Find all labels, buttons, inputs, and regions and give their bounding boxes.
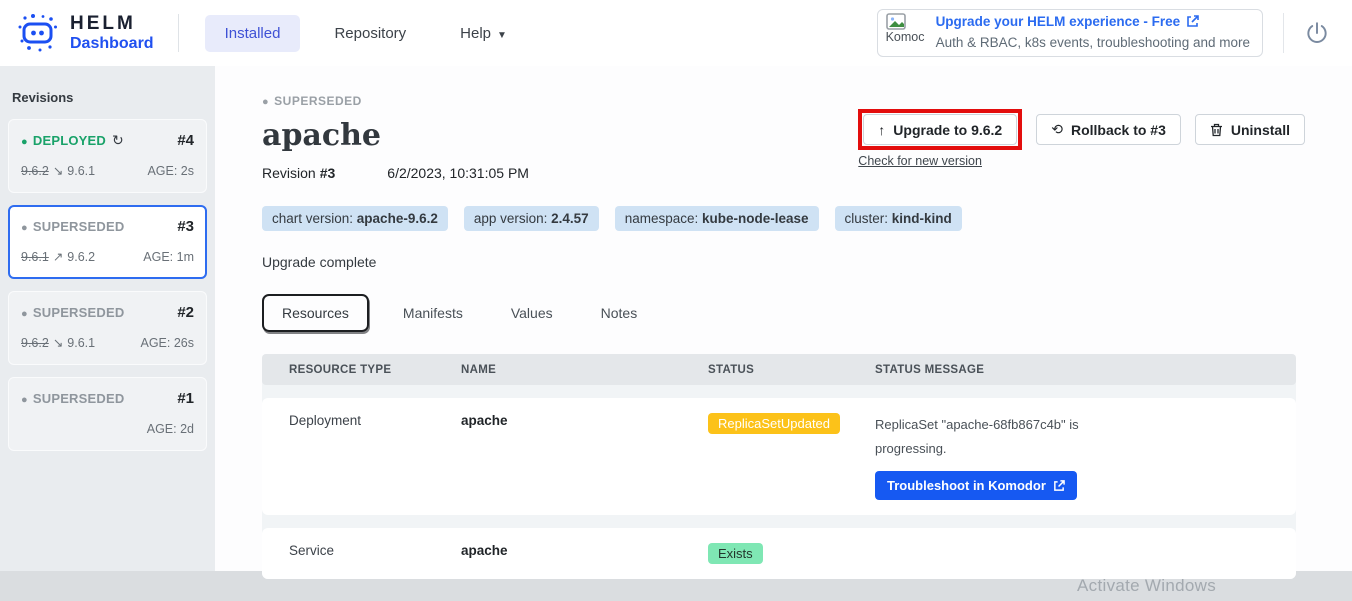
broken-image-icon: Komoc bbox=[886, 13, 928, 53]
up-arrow-icon: ↑ bbox=[878, 122, 885, 138]
banner-image-alt: Komoc bbox=[886, 30, 925, 44]
status-dot: ● bbox=[262, 96, 269, 108]
status-dot: ● bbox=[21, 136, 28, 148]
release-meta-badges: chart version: apache-9.6.2 app version:… bbox=[262, 206, 1305, 231]
table-row: Deployment apache ReplicaSetUpdated Repl… bbox=[262, 398, 1296, 515]
version-arrow-icon: ↗ bbox=[53, 249, 63, 264]
banner-subtitle: Auth & RBAC, k8s events, troubleshooting… bbox=[936, 35, 1250, 50]
logo-text-helm: HELM bbox=[70, 14, 154, 35]
resource-name-cell: apache bbox=[461, 413, 708, 428]
detail-tabs: Resources Manifests Values Notes bbox=[262, 294, 1305, 332]
reload-icon[interactable]: ↻ bbox=[112, 132, 124, 149]
helm-dashboard-logo[interactable]: HELM Dashboard bbox=[16, 11, 154, 55]
revision-age: AGE: 1m bbox=[143, 250, 194, 264]
status-dot: ● bbox=[21, 222, 28, 234]
revision-age: AGE: 2s bbox=[147, 164, 194, 178]
komodor-promo-banner[interactable]: Komoc Upgrade your HELM experience - Fre… bbox=[877, 9, 1263, 57]
external-link-icon bbox=[1053, 480, 1065, 492]
table-row: Service apache Exists bbox=[262, 528, 1296, 579]
upgrade-button[interactable]: ↑ Upgrade to 9.6.2 bbox=[863, 114, 1017, 145]
revision-number: #1 bbox=[177, 390, 194, 407]
status-message: ReplicaSet "apache-68fb867c4b" is progre… bbox=[875, 413, 1100, 461]
logo-text-dashboard: Dashboard bbox=[70, 35, 154, 53]
version-arrow-icon: ↘ bbox=[53, 335, 63, 350]
revision-number: #3 bbox=[320, 165, 336, 181]
cluster-badge: cluster: kind-kind bbox=[835, 206, 962, 231]
revision-label: Revision bbox=[262, 165, 316, 181]
chevron-down-icon: ▼ bbox=[497, 30, 507, 41]
old-version: 9.6.1 bbox=[21, 250, 49, 264]
table-header-row: RESOURCE TYPE NAME STATUS STATUS MESSAGE bbox=[262, 354, 1296, 385]
revision-number: #3 bbox=[177, 218, 194, 235]
revision-date: 6/2/2023, 10:31:05 PM bbox=[387, 165, 529, 181]
nav-tab-help[interactable]: Help▼ bbox=[440, 15, 527, 52]
sidebar-title: Revisions bbox=[12, 90, 203, 105]
banner-title: Upgrade your HELM experience - Free bbox=[936, 12, 1181, 32]
revision-card-2[interactable]: ●SUPERSEDED #2 9.6.2 ↘ 9.6.1 AGE: 26s bbox=[8, 291, 207, 365]
tab-values[interactable]: Values bbox=[493, 296, 571, 330]
revision-age: AGE: 26s bbox=[141, 336, 195, 350]
revision-age: AGE: 2d bbox=[147, 422, 194, 436]
check-new-version-link[interactable]: Check for new version bbox=[858, 154, 1022, 168]
troubleshoot-button[interactable]: Troubleshoot in Komodor bbox=[875, 471, 1077, 500]
col-header-status: STATUS bbox=[708, 364, 875, 376]
col-header-resource-type: RESOURCE TYPE bbox=[289, 364, 461, 376]
old-version: 9.6.2 bbox=[21, 336, 49, 350]
nav-divider bbox=[178, 14, 179, 52]
revision-card-1[interactable]: ●SUPERSEDED #1 AGE: 2d bbox=[8, 377, 207, 451]
revision-card-3[interactable]: ●SUPERSEDED #3 9.6.1 ↗ 9.6.2 AGE: 1m bbox=[8, 205, 207, 279]
status-badge: Exists bbox=[708, 543, 763, 564]
new-version: 9.6.1 bbox=[67, 336, 95, 350]
status-badge: ReplicaSetUpdated bbox=[708, 413, 840, 434]
release-description: Upgrade complete bbox=[262, 254, 1305, 270]
helm-logo-icon bbox=[16, 11, 60, 55]
top-navbar: HELM Dashboard Installed Repository Help… bbox=[0, 0, 1352, 66]
release-detail-panel: ●SUPERSEDED apache Revision #3 6/2/2023,… bbox=[215, 66, 1352, 571]
release-status: ●SUPERSEDED bbox=[262, 94, 1305, 108]
main-nav: Installed Repository Help▼ bbox=[205, 15, 527, 52]
nav-tab-repository[interactable]: Repository bbox=[314, 15, 426, 52]
status-dot: ● bbox=[21, 394, 28, 406]
uninstall-button[interactable]: Uninstall bbox=[1195, 114, 1305, 145]
chart-version-badge: chart version: apache-9.6.2 bbox=[262, 206, 448, 231]
new-version: 9.6.2 bbox=[67, 250, 95, 264]
namespace-badge: namespace: kube-node-lease bbox=[615, 206, 819, 231]
revision-card-4[interactable]: ●DEPLOYED ↻ #4 9.6.2 ↘ 9.6.1 AGE: 2s bbox=[8, 119, 207, 193]
resource-type-cell: Service bbox=[289, 543, 461, 558]
nav-tab-installed[interactable]: Installed bbox=[205, 15, 301, 52]
external-link-icon bbox=[1186, 15, 1199, 28]
rollback-button[interactable]: ⟲ Rollback to #3 bbox=[1036, 114, 1181, 145]
col-header-status-message: STATUS MESSAGE bbox=[875, 364, 1296, 376]
old-version: 9.6.2 bbox=[21, 164, 49, 178]
tab-manifests[interactable]: Manifests bbox=[385, 296, 481, 330]
power-icon[interactable] bbox=[1304, 20, 1330, 46]
status-dot: ● bbox=[21, 308, 28, 320]
resource-type-cell: Deployment bbox=[289, 413, 461, 428]
tab-resources[interactable]: Resources bbox=[262, 294, 369, 332]
trash-icon bbox=[1210, 123, 1223, 137]
rollback-icon: ⟲ bbox=[1051, 121, 1063, 138]
version-arrow-icon: ↘ bbox=[53, 163, 63, 178]
col-header-name: NAME bbox=[461, 364, 708, 376]
tab-notes[interactable]: Notes bbox=[583, 296, 656, 330]
new-version: 9.6.1 bbox=[67, 164, 95, 178]
upgrade-highlight-box: ↑ Upgrade to 9.6.2 bbox=[858, 109, 1022, 150]
resource-name-cell: apache bbox=[461, 543, 708, 558]
app-version-badge: app version: 2.4.57 bbox=[464, 206, 599, 231]
resources-table: RESOURCE TYPE NAME STATUS STATUS MESSAGE… bbox=[262, 354, 1296, 579]
nav-divider bbox=[1283, 13, 1284, 53]
revisions-sidebar: Revisions ●DEPLOYED ↻ #4 9.6.2 ↘ 9.6.1 A… bbox=[0, 66, 215, 571]
revision-number: #4 bbox=[177, 132, 194, 149]
revision-number: #2 bbox=[177, 304, 194, 321]
release-actions: ↑ Upgrade to 9.6.2 Check for new version… bbox=[858, 109, 1305, 168]
